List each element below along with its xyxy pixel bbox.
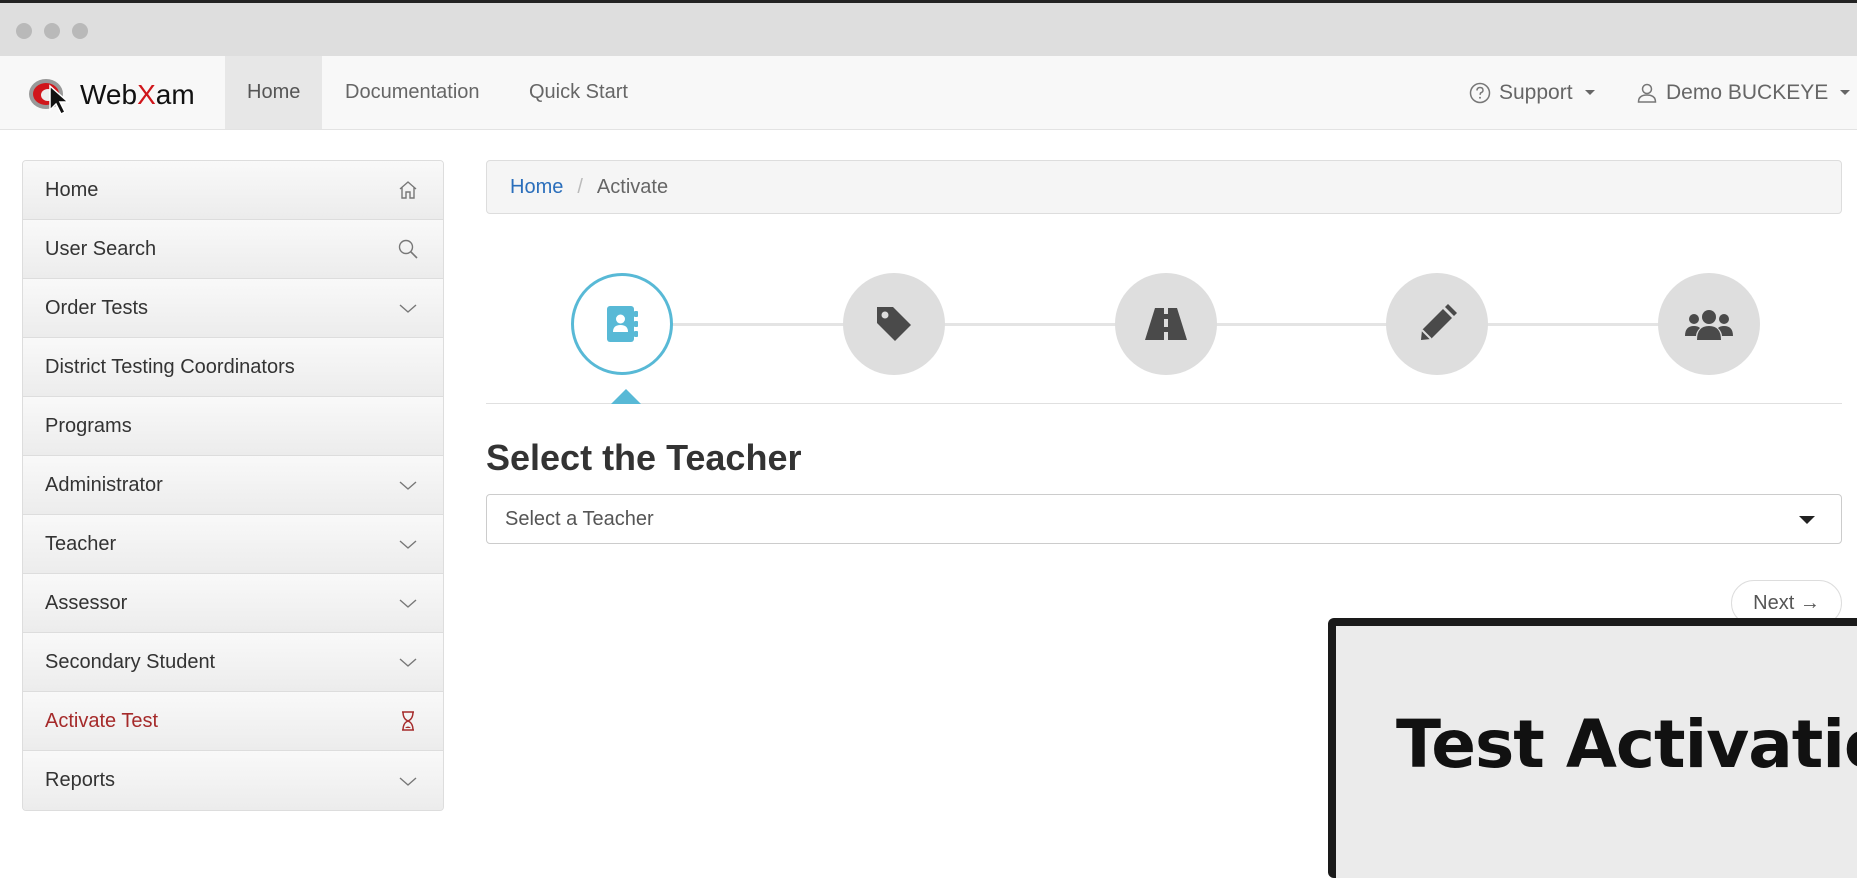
- nav-quick-start-link[interactable]: Quick Start: [507, 56, 650, 129]
- sidebar-item-label: Programs: [45, 414, 132, 437]
- sidebar-item-label: Activate Test: [45, 709, 159, 732]
- sidebar-item-teacher[interactable]: Teacher: [23, 515, 443, 574]
- wizard-step-1[interactable]: [571, 273, 673, 375]
- sidebar-item-programs[interactable]: Programs: [23, 397, 443, 456]
- logo-text: WebXam: [80, 79, 195, 110]
- chevron-down-icon: [1799, 516, 1815, 524]
- help-circle-icon: [1469, 82, 1491, 103]
- wizard-step-3[interactable]: [1115, 273, 1217, 375]
- chevron-down-icon: [399, 481, 417, 490]
- window-title-bar: [0, 0, 1857, 56]
- teacher-select[interactable]: Select a Teacher: [486, 494, 1842, 544]
- wizard-step-5[interactable]: [1658, 273, 1760, 375]
- sidebar-item-label: Home: [45, 178, 99, 201]
- sidebar-item-home[interactable]: Home: [23, 161, 443, 220]
- wizard-divider: [486, 403, 1842, 404]
- sidebar-item-assessor[interactable]: Assessor: [23, 574, 443, 633]
- pencil-icon: [1421, 304, 1457, 340]
- sidebar-item-label: Reports: [45, 769, 116, 791]
- user-menu-dropdown[interactable]: Demo BUCKEYE: [1636, 56, 1851, 129]
- minimize-window-control[interactable]: [44, 23, 60, 39]
- close-window-control[interactable]: [16, 23, 32, 39]
- nav-home-link[interactable]: Home: [225, 56, 323, 129]
- breadcrumb-home-link[interactable]: Home: [510, 176, 563, 199]
- search-icon: [398, 239, 418, 259]
- sidebar-item-user-search[interactable]: User Search: [23, 220, 443, 279]
- chevron-down-icon: [399, 599, 417, 608]
- chevron-down-icon: [1584, 90, 1595, 95]
- wizard-step-4[interactable]: [1386, 273, 1488, 375]
- sidebar-item-order-tests[interactable]: Order Tests: [23, 279, 443, 338]
- sidebar-item-district-testing-coordinators[interactable]: District Testing Coordinators: [23, 338, 443, 397]
- webxam-logo[interactable]: WebXam: [26, 75, 195, 116]
- sidebar-item-label: District Testing Coordinators: [45, 355, 295, 378]
- sidebar-item-label: User Search: [45, 237, 157, 260]
- top-navbar: WebXam Home Documentation Quick Start Su…: [0, 56, 1857, 130]
- maximize-window-control[interactable]: [72, 23, 88, 39]
- test-activation-overlay: Test Activation: [1328, 618, 1857, 878]
- breadcrumb: Home / Activate: [486, 160, 1842, 214]
- users-icon: [1685, 310, 1733, 340]
- wizard-step-2[interactable]: [843, 273, 945, 375]
- sidebar-item-activate-test[interactable]: Activate Test: [23, 692, 443, 751]
- tag-icon: [877, 307, 911, 341]
- chevron-down-icon: [399, 658, 417, 667]
- sidebar-item-label: Order Tests: [45, 296, 148, 319]
- breadcrumb-current: Activate: [596, 175, 669, 198]
- home-icon: [399, 181, 417, 199]
- sidebar-item-administrator[interactable]: Administrator: [23, 456, 443, 515]
- teacher-select-placeholder: Select a Teacher: [505, 507, 654, 530]
- logo-cursor-icon: [29, 79, 70, 116]
- support-label: Support: [1499, 81, 1573, 104]
- chevron-down-icon: [1840, 90, 1851, 95]
- user-name-label: Demo BUCKEYE: [1666, 81, 1829, 104]
- road-icon: [1145, 308, 1187, 340]
- sidebar-item-reports[interactable]: Reports: [23, 751, 443, 810]
- contact-book-icon: [607, 306, 638, 342]
- support-dropdown[interactable]: Support: [1469, 56, 1595, 129]
- nav-documentation-link[interactable]: Documentation: [323, 56, 502, 129]
- sidebar-item-label: Secondary Student: [45, 650, 216, 673]
- active-step-pointer: [611, 389, 641, 404]
- hourglass-icon: [402, 711, 414, 731]
- sidebar-menu: Home User Search Order Tests District Te…: [22, 160, 444, 811]
- page-title: Select the Teacher: [486, 437, 802, 478]
- sidebar-item-secondary-student[interactable]: Secondary Student: [23, 633, 443, 692]
- chevron-down-icon: [399, 540, 417, 549]
- overlay-title: Test Activation: [1396, 706, 1857, 783]
- sidebar-item-label: Assessor: [45, 591, 128, 614]
- chevron-down-icon: [399, 304, 417, 313]
- sidebar-item-label: Teacher: [45, 532, 117, 555]
- overlay-panel: Test Activation: [1336, 626, 1857, 878]
- sidebar-item-label: Administrator: [45, 473, 163, 496]
- chevron-down-icon: [399, 776, 417, 786]
- breadcrumb-separator: /: [577, 175, 583, 198]
- user-icon: [1637, 83, 1657, 103]
